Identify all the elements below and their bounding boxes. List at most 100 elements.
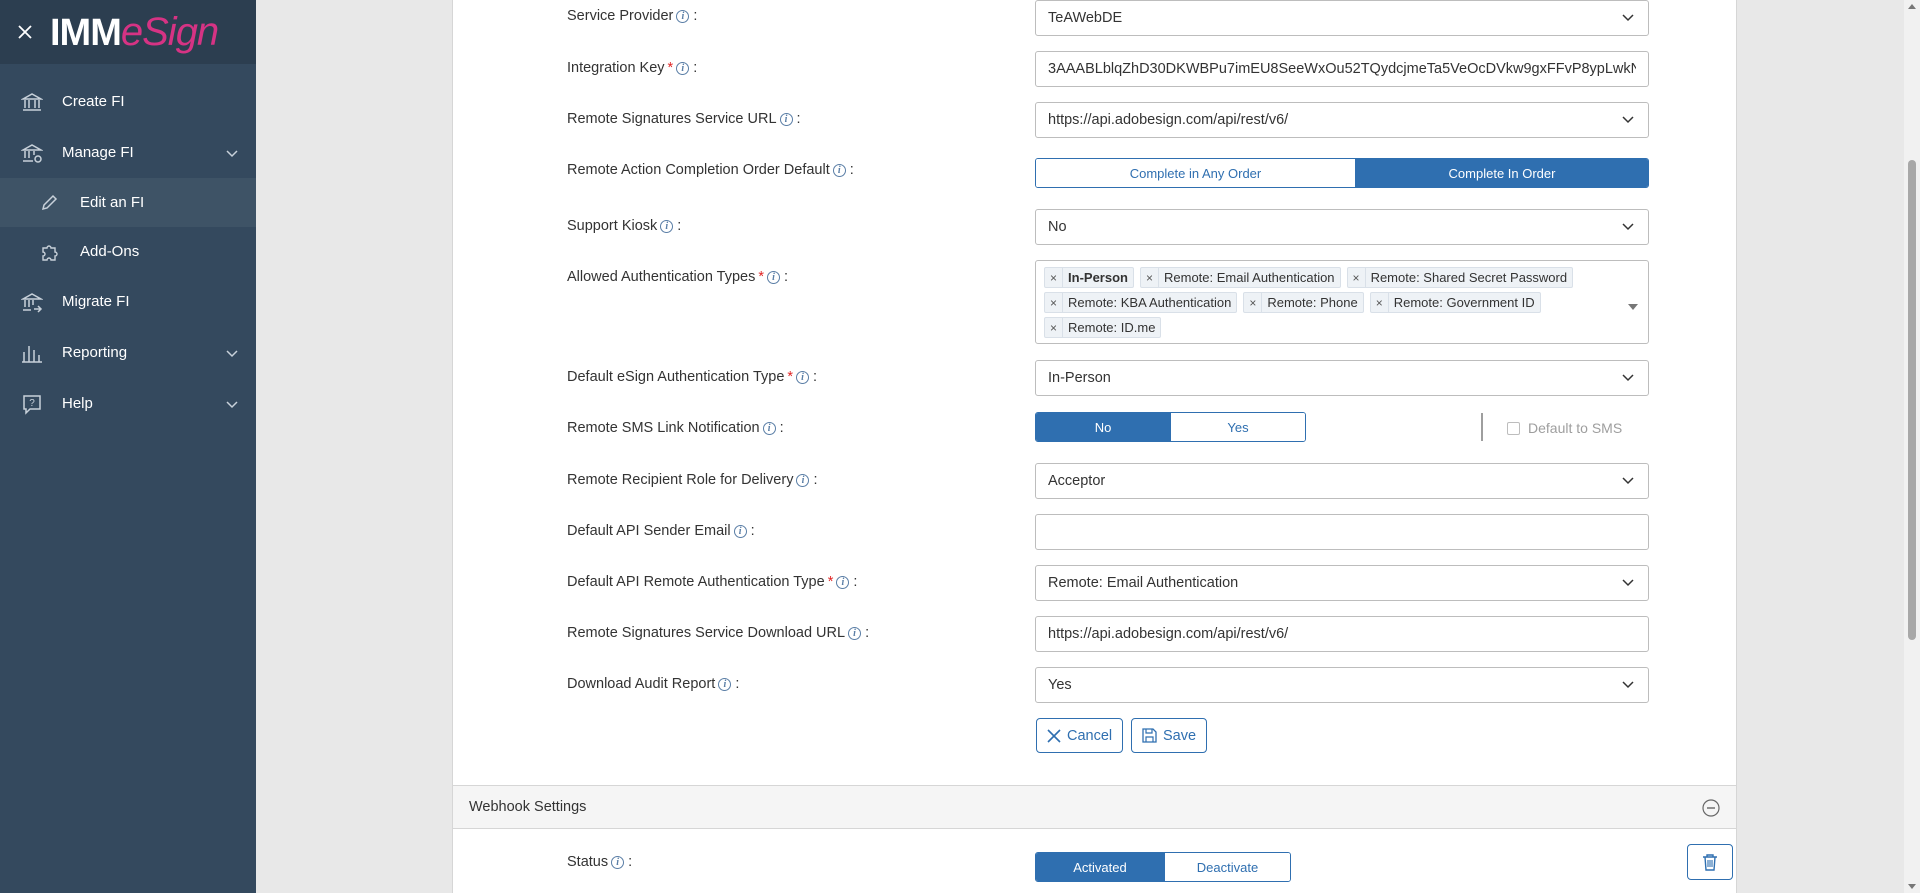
download-url-label: Remote Signatures Service Download URL i: [567, 625, 870, 641]
default-auth-select[interactable]: In-Person [1035, 360, 1649, 396]
sidebar-brand: IMM eSign [0, 0, 256, 64]
bank-arrow-icon [20, 290, 44, 314]
sidebar-item-add-ons[interactable]: Add-Ons [0, 227, 256, 276]
complete-in-order-option[interactable]: Complete In Order [1355, 159, 1648, 187]
scrollbar[interactable] [1904, 0, 1920, 893]
audit-report-select[interactable]: Yes [1035, 667, 1649, 703]
sidebar-item-create-fi[interactable]: Create FI [0, 76, 256, 127]
info-icon[interactable]: i [733, 524, 747, 538]
api-sender-email-input[interactable] [1035, 514, 1649, 550]
chevron-down-icon [1620, 477, 1636, 485]
info-icon[interactable]: i [779, 112, 793, 126]
sidebar-item-label: Manage FI [62, 144, 134, 161]
auth-types-label: Allowed Authentication Types * i: [567, 269, 789, 285]
auth-types-multiselect[interactable]: × In-Person × Remote: Email Authentication ×… [1035, 260, 1649, 344]
info-icon[interactable]: i [611, 855, 625, 869]
info-icon[interactable]: i [660, 219, 674, 233]
info-icon[interactable]: i [796, 473, 810, 487]
close-icon [1047, 728, 1061, 743]
chevron-down-icon [1620, 14, 1636, 22]
auth-tag: × Remote: Phone [1243, 292, 1364, 313]
chevron-down-icon [1620, 374, 1636, 382]
delete-webhook-button[interactable] [1687, 844, 1733, 880]
download-url-input[interactable]: https://api.adobesign.com/api/rest/v6/ [1035, 616, 1649, 652]
sidebar-item-migrate-fi[interactable]: Migrate FI [0, 276, 256, 327]
sidebar-item-manage-fi[interactable]: Manage FI [0, 127, 256, 178]
sms-yes-option[interactable]: Yes [1170, 413, 1305, 441]
auth-tag: × Remote: Email Authentication [1139, 267, 1341, 288]
chevron-down-icon [226, 145, 238, 162]
app-logo: IMM eSign [50, 9, 219, 54]
info-icon[interactable]: i [676, 9, 690, 23]
webhook-status-label: Status i: [567, 854, 633, 870]
auth-tag: × Remote: Government ID [1369, 292, 1541, 313]
remove-tag-icon[interactable]: × [1244, 293, 1263, 312]
integration-key-label: Integration Key * i: [567, 60, 698, 76]
save-icon [1142, 728, 1157, 743]
integration-key-input[interactable]: 3AAABLblqZhD30DKWBPu7imEU8SeeWxOu52TQydc… [1035, 51, 1649, 87]
bank-icon [20, 90, 44, 114]
chevron-down-icon [226, 345, 238, 362]
info-icon[interactable]: i [767, 270, 781, 284]
info-icon[interactable]: i [836, 575, 850, 589]
sidebar-item-reporting[interactable]: Reporting [0, 327, 256, 378]
save-button[interactable]: Save [1131, 718, 1208, 753]
section-title: Webhook Settings [469, 799, 587, 815]
remote-sig-url-label: Remote Signatures Service URL i: [567, 111, 801, 127]
activated-option[interactable]: Activated [1036, 853, 1164, 881]
cancel-button[interactable]: Cancel [1036, 718, 1124, 753]
trash-icon [1703, 854, 1717, 871]
info-icon[interactable]: i [718, 677, 732, 691]
chevron-down-icon [1620, 223, 1636, 231]
api-remote-auth-select[interactable]: Remote: Email Authentication [1035, 565, 1649, 601]
auth-tag: × In-Person [1044, 267, 1134, 288]
support-kiosk-select[interactable]: No [1035, 209, 1649, 245]
close-icon[interactable] [18, 21, 38, 43]
sms-link-toggle: No Yes [1035, 412, 1306, 442]
scrollbar-thumb[interactable] [1908, 160, 1916, 640]
scroll-up-icon[interactable] [1908, 4, 1916, 9]
puzzle-icon [38, 241, 60, 263]
svg-text:?: ? [29, 398, 35, 409]
info-icon[interactable]: i [832, 163, 846, 177]
remove-tag-icon[interactable]: × [1045, 268, 1064, 287]
webhook-settings-header[interactable]: Webhook Settings [453, 785, 1736, 829]
collapse-icon[interactable] [1702, 799, 1720, 821]
bank-gear-icon [20, 141, 44, 165]
completion-order-toggle: Complete in Any Order Complete In Order [1035, 158, 1649, 188]
info-icon[interactable]: i [676, 61, 690, 75]
webhook-status-toggle: Activated Deactivate [1035, 852, 1291, 882]
auth-tag: × Remote: Shared Secret Password [1346, 267, 1574, 288]
auth-tag: × Remote: KBA Authentication [1044, 292, 1238, 313]
remove-tag-icon[interactable]: × [1045, 318, 1064, 337]
help-icon: ? [20, 392, 44, 416]
remove-tag-icon[interactable]: × [1348, 268, 1366, 287]
remove-tag-icon[interactable]: × [1371, 293, 1389, 312]
info-icon[interactable]: i [762, 421, 776, 435]
info-icon[interactable]: i [848, 626, 862, 640]
sidebar-item-help[interactable]: ? Help [0, 378, 256, 429]
pencil-icon [38, 192, 60, 214]
remove-tag-icon[interactable]: × [1045, 293, 1064, 312]
api-sender-email-label: Default API Sender Email i: [567, 523, 755, 539]
sms-no-option[interactable]: No [1036, 413, 1170, 441]
recipient-role-select[interactable]: Acceptor [1035, 463, 1649, 499]
sidebar: IMM eSign Create FI Manage FI Edit an FI … [0, 0, 256, 893]
info-icon[interactable]: i [796, 370, 810, 384]
remove-tag-icon[interactable]: × [1141, 268, 1159, 287]
settings-panel: Service Provider i: TeAWebDE Integration … [452, 0, 1737, 893]
sms-link-label: Remote SMS Link Notification i: [567, 420, 784, 436]
service-provider-select[interactable]: TeAWebDE [1035, 0, 1649, 36]
sidebar-item-edit-fi[interactable]: Edit an FI [0, 178, 256, 227]
complete-any-order-option[interactable]: Complete in Any Order [1036, 159, 1355, 187]
scroll-down-icon[interactable] [1908, 884, 1916, 889]
deactivate-option[interactable]: Deactivate [1164, 853, 1290, 881]
auth-tag: × Remote: ID.me [1044, 317, 1162, 338]
default-to-sms-checkbox[interactable]: Default to SMS [1507, 420, 1622, 436]
sidebar-item-label: Add-Ons [80, 243, 140, 260]
bar-chart-icon [20, 341, 44, 365]
checkbox[interactable] [1507, 421, 1520, 435]
remote-sig-url-select[interactable]: https://api.adobesign.com/api/rest/v6/ [1035, 102, 1649, 138]
caret-down-icon[interactable] [1628, 297, 1638, 314]
default-auth-label: Default eSign Authentication Type * i: [567, 369, 818, 385]
